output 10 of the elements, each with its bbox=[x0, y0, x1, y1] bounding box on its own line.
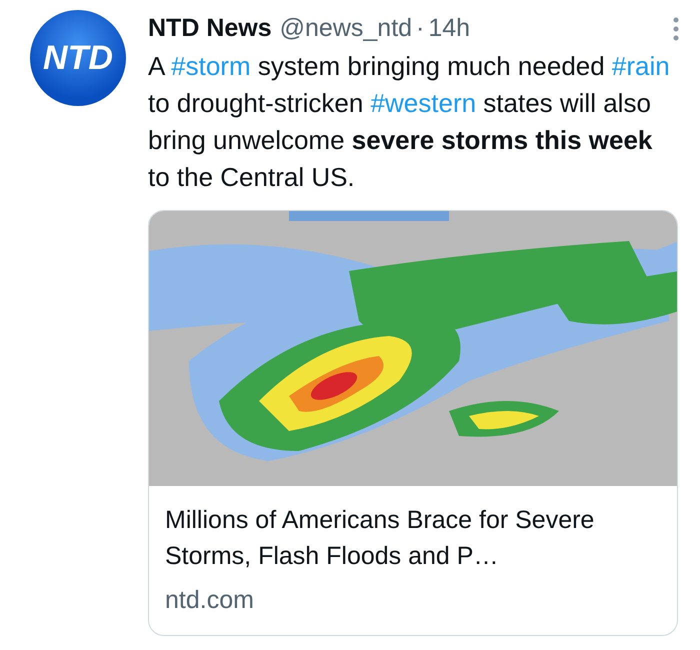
separator: · bbox=[416, 13, 424, 44]
link-card[interactable]: Millions of Americans Brace for Severe Storms, Flash Floods and P… ntd.com bbox=[148, 210, 678, 636]
link-domain: ntd.com bbox=[165, 584, 255, 616]
link-title: Millions of Americans Brace for Severe Storms, Flash Floods and P… bbox=[165, 504, 596, 572]
timestamp[interactable]: 14h bbox=[428, 10, 470, 48]
author-handle[interactable]: @news_ntd bbox=[280, 10, 412, 48]
logo-avatar[interactable]: NTD bbox=[30, 10, 126, 106]
more-options-icon[interactable] bbox=[672, 16, 680, 42]
tweet-text: A #storm system bringing much needed #rain to drought-stricken #western states will also bring unwelcome severe storms this week to the Central US. bbox=[148, 50, 671, 194]
author-name[interactable]: NTD News bbox=[148, 10, 272, 48]
